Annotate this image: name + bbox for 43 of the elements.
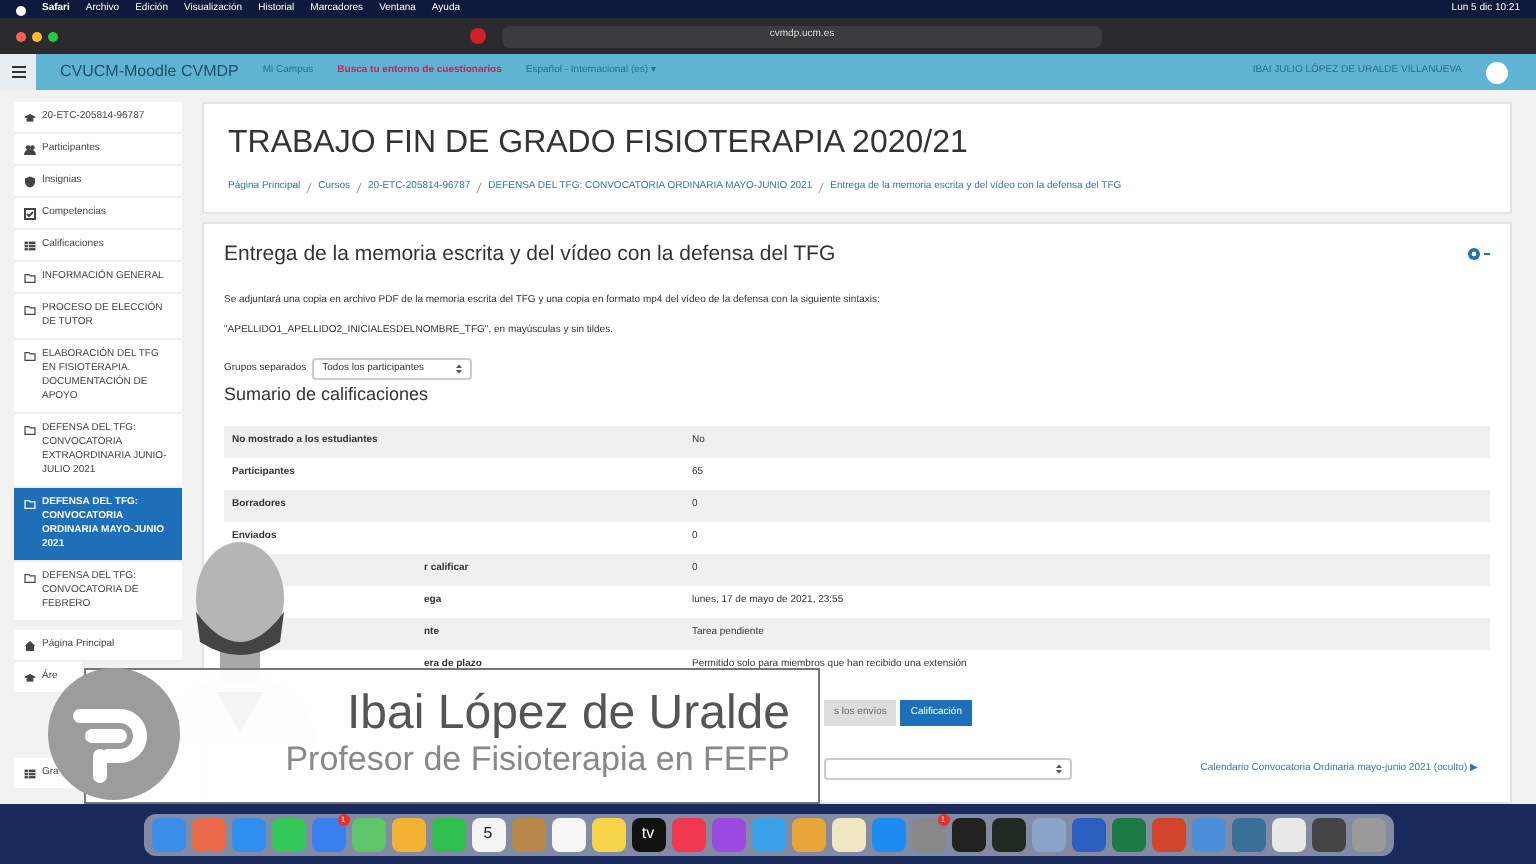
shield-icon	[24, 175, 36, 187]
summary-title: Sumario de calificaciones	[224, 382, 431, 409]
app-icon[interactable]	[591, 817, 625, 851]
avatar-icon[interactable]	[1486, 61, 1508, 83]
updown-icon	[456, 364, 463, 375]
folder-icon	[24, 423, 36, 435]
folder-icon	[24, 349, 36, 361]
presenter-role: Profesor de Fisioterapia en FEFP	[285, 738, 790, 782]
app-icon[interactable]	[991, 817, 1025, 851]
assignment-heading: Entrega de la memoria escrita y del vídeo con la defensa del TFG	[224, 239, 836, 269]
table-icon	[24, 767, 36, 779]
menu-button[interactable]	[0, 54, 36, 90]
app-icon[interactable]	[1311, 817, 1345, 851]
menu-icon	[11, 66, 25, 78]
breadcrumb-separator	[306, 181, 313, 194]
app-icon-label: 5	[483, 822, 493, 846]
graduation-cap-icon	[24, 111, 36, 123]
app-icon[interactable]	[1271, 817, 1305, 851]
settings-icon[interactable]	[1466, 246, 1490, 263]
app-icon[interactable]: tv	[631, 817, 665, 851]
presenter-name: Ibai López de Uralde	[347, 690, 790, 739]
app-icon[interactable]	[551, 817, 585, 851]
folder-icon	[24, 303, 36, 315]
jump-select[interactable]	[824, 757, 1072, 780]
folder-icon	[24, 571, 36, 583]
graduation-cap-icon	[24, 671, 36, 683]
folder-icon	[24, 271, 36, 283]
table-icon	[24, 239, 36, 251]
breadcrumb-separator	[818, 181, 825, 194]
app-icon[interactable]: 5	[471, 817, 505, 851]
breadcrumb-separator	[355, 181, 362, 194]
course-title: TRABAJO FIN DE GRADO FISIOTERAPIA 2020/21	[228, 124, 970, 164]
app-icon[interactable]	[831, 817, 865, 851]
folder-icon	[24, 497, 36, 509]
home-icon	[24, 639, 36, 651]
updown-icon	[1056, 763, 1062, 774]
site-name[interactable]: CVUCM-Moodle CVMDP	[60, 60, 239, 84]
app-icon-label: tv	[641, 822, 655, 846]
users-icon	[24, 143, 36, 155]
breadcrumb-separator	[476, 181, 483, 194]
extension-icon[interactable]	[470, 28, 486, 44]
checkbox-icon	[24, 207, 36, 219]
app-icon[interactable]	[951, 817, 985, 851]
